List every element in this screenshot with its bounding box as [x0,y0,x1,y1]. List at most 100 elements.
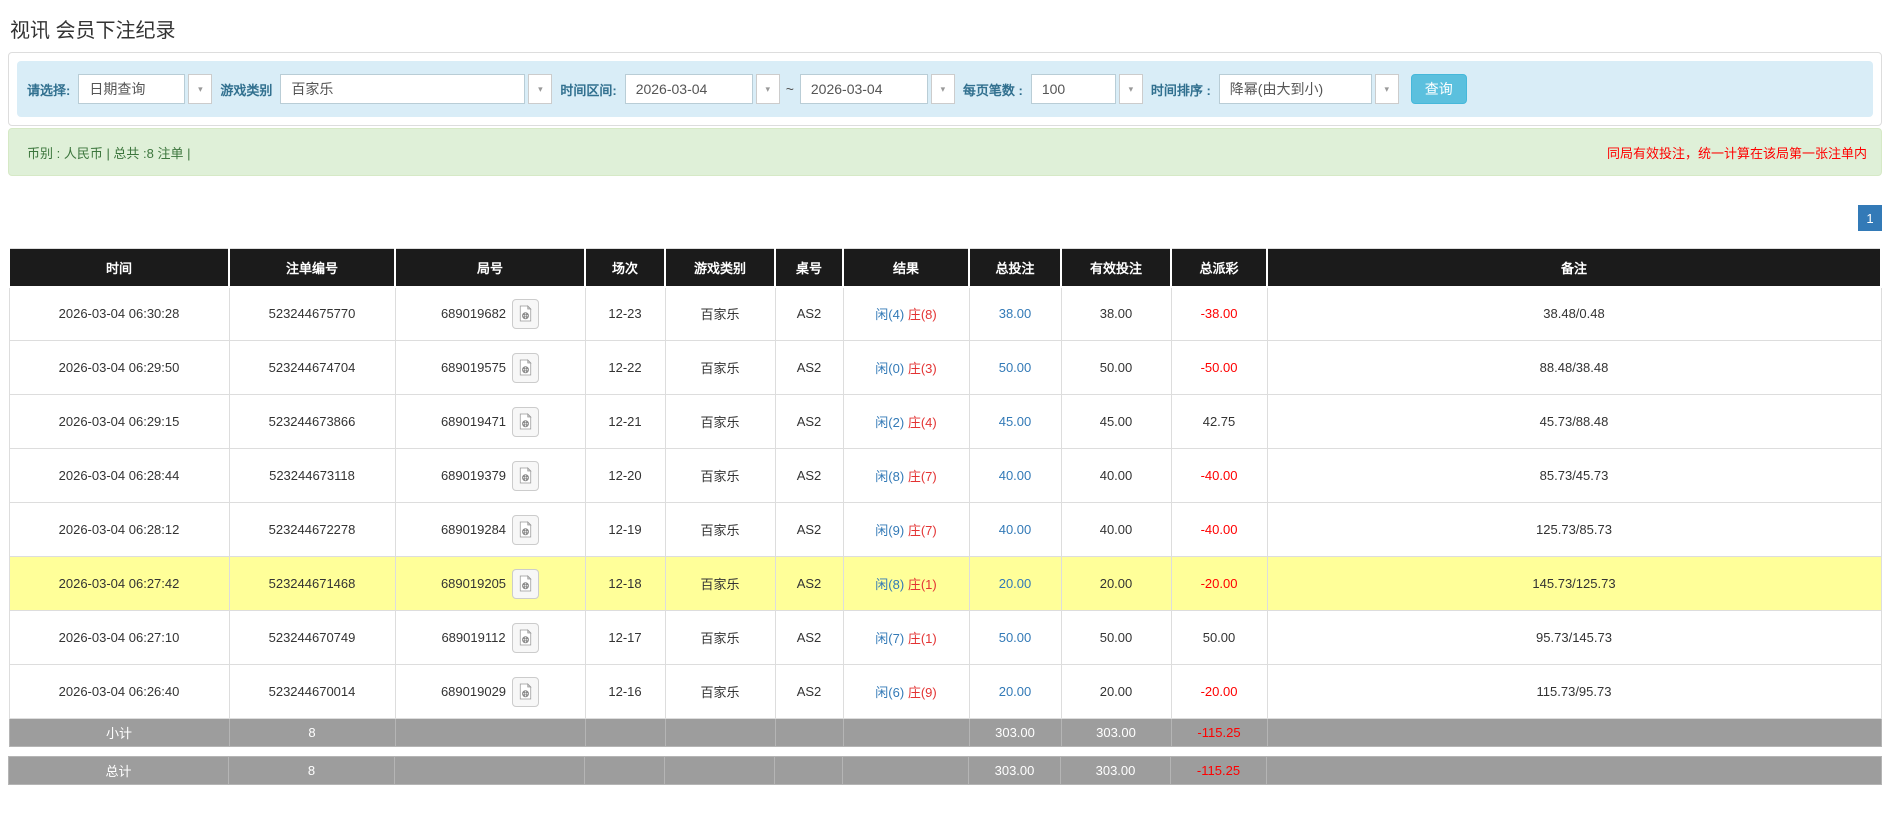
result-player: 闲(6) [875,685,905,700]
date-from-select[interactable]: 2026-03-04 ▾ [624,74,780,104]
column-header: 场次 [584,248,666,288]
cell-valid-bet: 50.00 [1060,610,1172,665]
bet-id-value: 523244674704 [268,360,356,375]
time-value: 2026-03-04 06:28:44 [58,468,180,483]
query-type-select[interactable]: 日期查询 ▾ [78,74,213,104]
session-value: 12-21 [608,414,642,429]
bet-id-value: 523244675770 [268,306,356,322]
video-replay-button[interactable] [512,298,540,329]
table-row: 2026-03-04 06:29:50 523244674704 689019575… [8,340,1882,395]
cell-time: 2026-03-04 06:26:40 [8,664,230,719]
video-icon [519,359,532,376]
cell-round-id: 689019682 [394,286,586,341]
summary-empty-cell [394,756,585,785]
cell-payout: 50.00 [1170,610,1268,665]
sort-order-select[interactable]: 降幂(由大到小) ▾ [1218,74,1399,104]
date-to-select[interactable]: 2026-03-04 ▾ [799,74,955,104]
bet-total-link[interactable]: 20.00 [999,576,1032,591]
chevron-down-icon[interactable]: ▾ [1374,74,1399,104]
cell-bet-total: 50.00 [968,340,1062,395]
cell-bet-id: 523244675770 [228,286,396,341]
notice-bar: 币别 : 人民币 | 总共 :8 注单 | 同局有效投注，统一计算在该局第一张注… [8,128,1882,176]
bet-id-value: 523244671468 [268,576,356,591]
bet-total-link[interactable]: 40.00 [999,468,1032,483]
cell-table-no: AS2 [774,286,844,341]
bet-total-link[interactable]: 45.00 [999,414,1032,429]
payout-value: 50.00 [1202,630,1236,645]
bet-total-link[interactable]: 50.00 [999,360,1032,375]
result-player: 闲(7) [875,631,905,646]
chevron-down-icon[interactable]: ▾ [755,74,780,104]
query-button[interactable]: 查询 [1410,74,1467,104]
column-header: 备注 [1266,248,1882,288]
video-icon [519,467,532,484]
summary-valid-bet-cell: 303.00 [1060,718,1172,747]
column-header: 总派彩 [1170,248,1268,288]
session-value: 12-19 [608,522,642,537]
video-replay-button[interactable] [512,460,540,491]
cell-game-type: 百家乐 [664,286,776,341]
cell-remark: 145.73/125.73 [1266,556,1882,611]
round-id-value: 689019379 [440,468,507,483]
summary-empty-cell [842,756,969,785]
bet-id-value: 523244673118 [269,468,355,483]
cell-payout: -40.00 [1170,448,1268,503]
summary-count-cell: 8 [228,718,396,747]
bet-total-link[interactable]: 20.00 [999,684,1032,699]
column-header: 桌号 [774,248,844,288]
cell-bet-total: 40.00 [968,502,1062,557]
cell-table-no: AS2 [774,610,844,665]
cell-valid-bet: 50.00 [1060,340,1172,395]
game-type-cell-value: 百家乐 [700,631,740,646]
cell-game-type: 百家乐 [664,448,776,503]
round-id-value: 689019682 [440,306,507,322]
bet-total-link[interactable]: 38.00 [999,306,1032,321]
page-button-1[interactable]: 1 [1858,205,1882,231]
video-replay-button[interactable] [512,568,540,599]
game-type-cell-value: 百家乐 [700,469,740,484]
round-id-group: 689019471 [441,406,540,437]
round-id-group: 689019112 [441,622,539,653]
cell-session: 12-22 [584,340,666,395]
table-row: 2026-03-04 06:28:12 523244672278 689019284… [8,502,1882,557]
bet-total-link[interactable]: 50.00 [999,630,1032,645]
cell-result: 闲(2) 庄(4) [842,394,970,449]
video-icon [519,521,532,538]
video-icon [519,683,532,700]
video-replay-button[interactable] [512,352,540,383]
summary-empty-cell [584,756,665,785]
session-value: 12-20 [608,468,642,483]
video-replay-button[interactable] [512,514,540,545]
round-id-group: 689019284 [441,514,540,545]
video-replay-button[interactable] [511,622,539,653]
remark-value: 95.73/145.73 [1536,630,1612,645]
chevron-down-icon[interactable]: ▾ [528,74,553,104]
sort-order-label: 时间排序 : [1150,82,1211,98]
result-player: 闲(8) [875,469,905,484]
game-type-select[interactable]: 百家乐 ▾ [280,74,553,104]
notice-warning-text: 同局有效投注，统一计算在该局第一张注单内 [1606,145,1867,161]
chevron-down-icon[interactable]: ▾ [188,74,213,104]
bet-total-link[interactable]: 40.00 [999,522,1032,537]
video-replay-button[interactable] [512,406,540,437]
grand-total-table: 总计 8 303.00 303.00 -115.25 [8,756,1882,785]
summary-payout-cell: -115.25 [1170,718,1268,747]
chevron-down-icon[interactable]: ▾ [1118,74,1143,104]
video-replay-button[interactable] [512,676,540,707]
valid-bet-value: 20.00 [1099,576,1133,591]
cell-result: 闲(6) 庄(9) [842,664,970,719]
cell-round-id: 689019379 [394,448,586,503]
summary-valid-bet: 303.00 [1096,725,1136,740]
payout-value: -20.00 [1200,576,1238,591]
cell-round-id: 689019029 [394,664,586,719]
column-header: 时间 [8,248,230,288]
summary-empty-cell [1266,756,1882,785]
page-size-select[interactable]: 100 ▾ [1030,74,1143,104]
page-size-label: 每页笔数 : [962,82,1023,98]
round-id-group: 689019575 [441,352,540,383]
summary-empty-cell [774,718,844,747]
result-player: 闲(4) [875,307,905,323]
column-header: 总投注 [968,248,1062,288]
chevron-down-icon[interactable]: ▾ [930,74,955,104]
cell-payout: 42.75 [1170,394,1268,449]
